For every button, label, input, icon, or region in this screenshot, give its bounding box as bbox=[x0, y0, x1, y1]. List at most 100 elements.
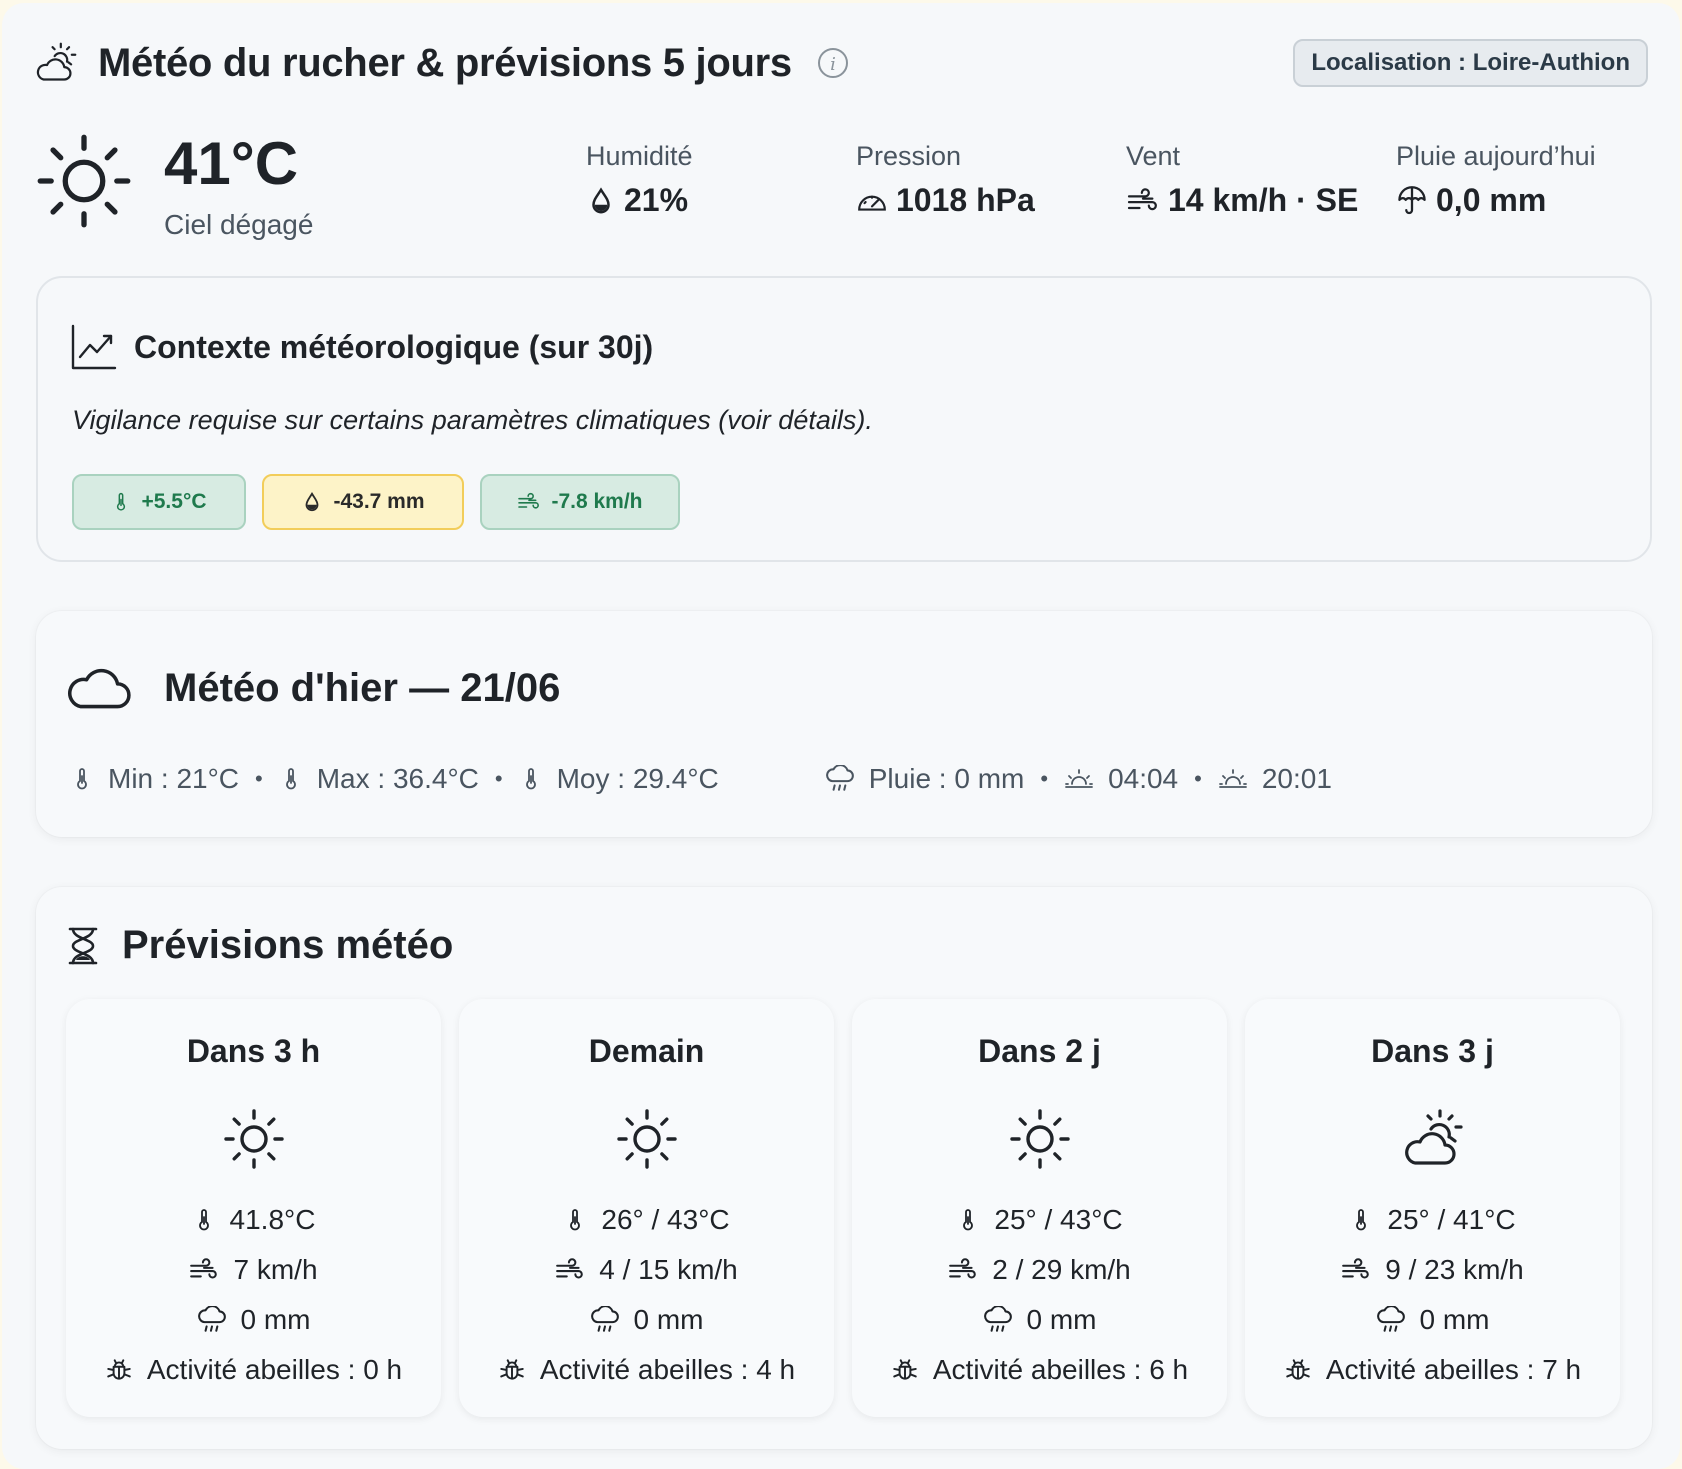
forecast-temp: 25° / 41°C bbox=[1387, 1204, 1516, 1235]
rain-cloud-icon bbox=[1376, 1306, 1406, 1334]
forecast-day-label: Dans 3 j bbox=[1371, 1033, 1494, 1069]
forecast-rain: 0 mm bbox=[633, 1304, 704, 1335]
trend-chart-icon bbox=[71, 324, 117, 370]
separator-dot: • bbox=[255, 766, 263, 791]
context-card: Contexte météorologique (sur 30j) Vigila… bbox=[36, 276, 1652, 562]
umbrella-icon bbox=[1396, 185, 1428, 217]
cloud-icon bbox=[66, 665, 132, 711]
context-header: Contexte météorologique (sur 30j) bbox=[70, 323, 653, 371]
rain-value: 0,0 mm bbox=[1436, 182, 1547, 218]
location-badge: Localisation : Loire-Authion bbox=[1293, 39, 1648, 87]
thermometer-icon bbox=[563, 1205, 587, 1235]
partly-cloudy-icon bbox=[34, 41, 78, 85]
forecast-day-card: Dans 3 h 41.8°C 7 km/h 0 mm Activité abe… bbox=[66, 999, 441, 1417]
bee-icon bbox=[105, 1356, 133, 1384]
context-text: Vigilance requise sur certains paramètre… bbox=[72, 405, 873, 435]
sun-icon bbox=[34, 131, 134, 231]
rain-cloud-icon bbox=[197, 1306, 227, 1334]
hourglass-icon bbox=[68, 927, 98, 964]
wind-label: Vent bbox=[1126, 141, 1181, 171]
forecast-temp: 26° / 43°C bbox=[601, 1204, 730, 1235]
yesterday-sunset: 20:01 bbox=[1261, 763, 1332, 794]
yesterday-header: Météo d'hier — 21/06 bbox=[66, 665, 560, 711]
temperature-anomaly-chip: +5.5°C bbox=[72, 474, 246, 530]
rain-cloud-icon bbox=[590, 1306, 620, 1334]
forecast-bee-activity: Activité abeilles : 6 h bbox=[932, 1354, 1189, 1385]
bee-icon bbox=[1284, 1356, 1312, 1384]
bee-icon bbox=[891, 1356, 919, 1384]
forecast-day-label: Dans 3 h bbox=[186, 1033, 321, 1069]
current-weather: 41°C Ciel dégagé Humidité 21% Pression 1… bbox=[34, 123, 1648, 253]
droplet-icon bbox=[586, 186, 616, 216]
rain-label: Pluie aujourd’hui bbox=[1396, 141, 1596, 171]
wind-icon bbox=[1126, 187, 1160, 215]
rain-cloud-icon bbox=[825, 765, 855, 793]
wind-icon bbox=[517, 492, 541, 512]
forecast-wind: 4 / 15 km/h bbox=[599, 1254, 738, 1285]
thermometer-icon bbox=[519, 764, 543, 794]
rain-cloud-icon bbox=[983, 1306, 1013, 1334]
yesterday-rain: Pluie : 0 mm bbox=[868, 763, 1025, 794]
forecast-day-label: Dans 2 j bbox=[978, 1033, 1101, 1069]
info-icon[interactable]: i bbox=[816, 46, 850, 80]
sun-icon bbox=[615, 1107, 679, 1171]
forecast-days: Dans 3 h 41.8°C 7 km/h 0 mm Activité abe… bbox=[66, 999, 1620, 1417]
sunset-icon bbox=[1218, 767, 1248, 791]
page-title: Météo du rucher & prévisions 5 jours bbox=[98, 40, 792, 85]
wind-stat: Vent 14 km/h · SE bbox=[1126, 141, 1358, 219]
forecast-day-card: Demain 26° / 43°C 4 / 15 km/h 0 mm Activ… bbox=[459, 999, 834, 1417]
wind-icon bbox=[189, 1257, 219, 1283]
thermometer-icon bbox=[192, 1205, 216, 1235]
forecast-rain: 0 mm bbox=[240, 1304, 311, 1335]
svg-text:i: i bbox=[830, 54, 836, 75]
forecast-temp: 41.8°C bbox=[229, 1204, 316, 1235]
yesterday-avg: Moy : 29.4°C bbox=[556, 763, 719, 794]
yesterday-max: Max : 36.4°C bbox=[316, 763, 479, 794]
forecast-day-label: Demain bbox=[588, 1033, 705, 1069]
forecast-bee-activity: Activité abeilles : 7 h bbox=[1325, 1354, 1582, 1385]
thermometer-icon bbox=[70, 764, 94, 794]
thermometer-icon bbox=[956, 1205, 980, 1235]
context-title: Contexte météorologique (sur 30j) bbox=[134, 328, 654, 365]
current-temperature: 41°C bbox=[164, 130, 299, 197]
thermometer-icon bbox=[279, 764, 303, 794]
yesterday-card: Météo d'hier — 21/06 Min : 21°C • Max : … bbox=[36, 611, 1652, 837]
forecast-card: Prévisions météo Dans 3 h 41.8°C 7 km/h … bbox=[36, 887, 1652, 1449]
separator-dot: • bbox=[1194, 766, 1202, 791]
bee-icon bbox=[498, 1356, 526, 1384]
forecast-rain: 0 mm bbox=[1026, 1304, 1097, 1335]
sun-icon bbox=[1008, 1107, 1072, 1171]
forecast-wind: 7 km/h bbox=[233, 1254, 318, 1285]
forecast-bee-activity: Activité abeilles : 4 h bbox=[539, 1354, 796, 1385]
pressure-value: 1018 hPa bbox=[896, 182, 1035, 218]
wind-icon bbox=[555, 1257, 585, 1283]
separator-dot: • bbox=[494, 766, 503, 791]
forecast-wind: 2 / 29 km/h bbox=[992, 1254, 1131, 1285]
sunrise-icon bbox=[1064, 767, 1094, 791]
humidity-label: Humidité bbox=[586, 141, 693, 171]
separator-dot: • bbox=[1040, 766, 1049, 791]
yesterday-title: Météo d'hier — 21/06 bbox=[164, 665, 561, 710]
wind-anomaly-chip: -7.8 km/h bbox=[480, 474, 680, 530]
forecast-bee-activity: Activité abeilles : 0 h bbox=[146, 1354, 403, 1385]
pressure-stat: Pression 1018 hPa bbox=[856, 141, 1035, 219]
rain-anomaly-chip: -43.7 mm bbox=[262, 474, 464, 530]
partly-cloudy-icon bbox=[1401, 1107, 1465, 1171]
sun-icon bbox=[222, 1107, 286, 1171]
yesterday-sunrise: 04:04 bbox=[1108, 763, 1179, 794]
wind-value: 14 km/h · SE bbox=[1168, 182, 1359, 218]
humidity-stat: Humidité 21% bbox=[586, 141, 693, 219]
current-condition: Ciel dégagé bbox=[164, 209, 314, 240]
forecast-wind: 9 / 23 km/h bbox=[1385, 1254, 1524, 1285]
forecast-day-card: Dans 3 j 25° / 41°C 9 / 23 km/h 0 mm Act… bbox=[1245, 999, 1620, 1417]
humidity-value: 21% bbox=[624, 182, 689, 218]
forecast-title: Prévisions météo bbox=[122, 923, 454, 967]
weather-panel: Météo du rucher & prévisions 5 jours i L… bbox=[2, 3, 1680, 1469]
context-chips: +5.5°C -43.7 mm -7.8 km/h bbox=[72, 474, 696, 530]
rain-stat: Pluie aujourd’hui 0,0 mm bbox=[1396, 141, 1596, 219]
thermometer-icon bbox=[1349, 1205, 1373, 1235]
wind-icon bbox=[1341, 1257, 1371, 1283]
forecast-temp: 25° / 43°C bbox=[994, 1204, 1123, 1235]
droplet-icon bbox=[301, 491, 323, 513]
thermometer-icon bbox=[111, 491, 131, 513]
